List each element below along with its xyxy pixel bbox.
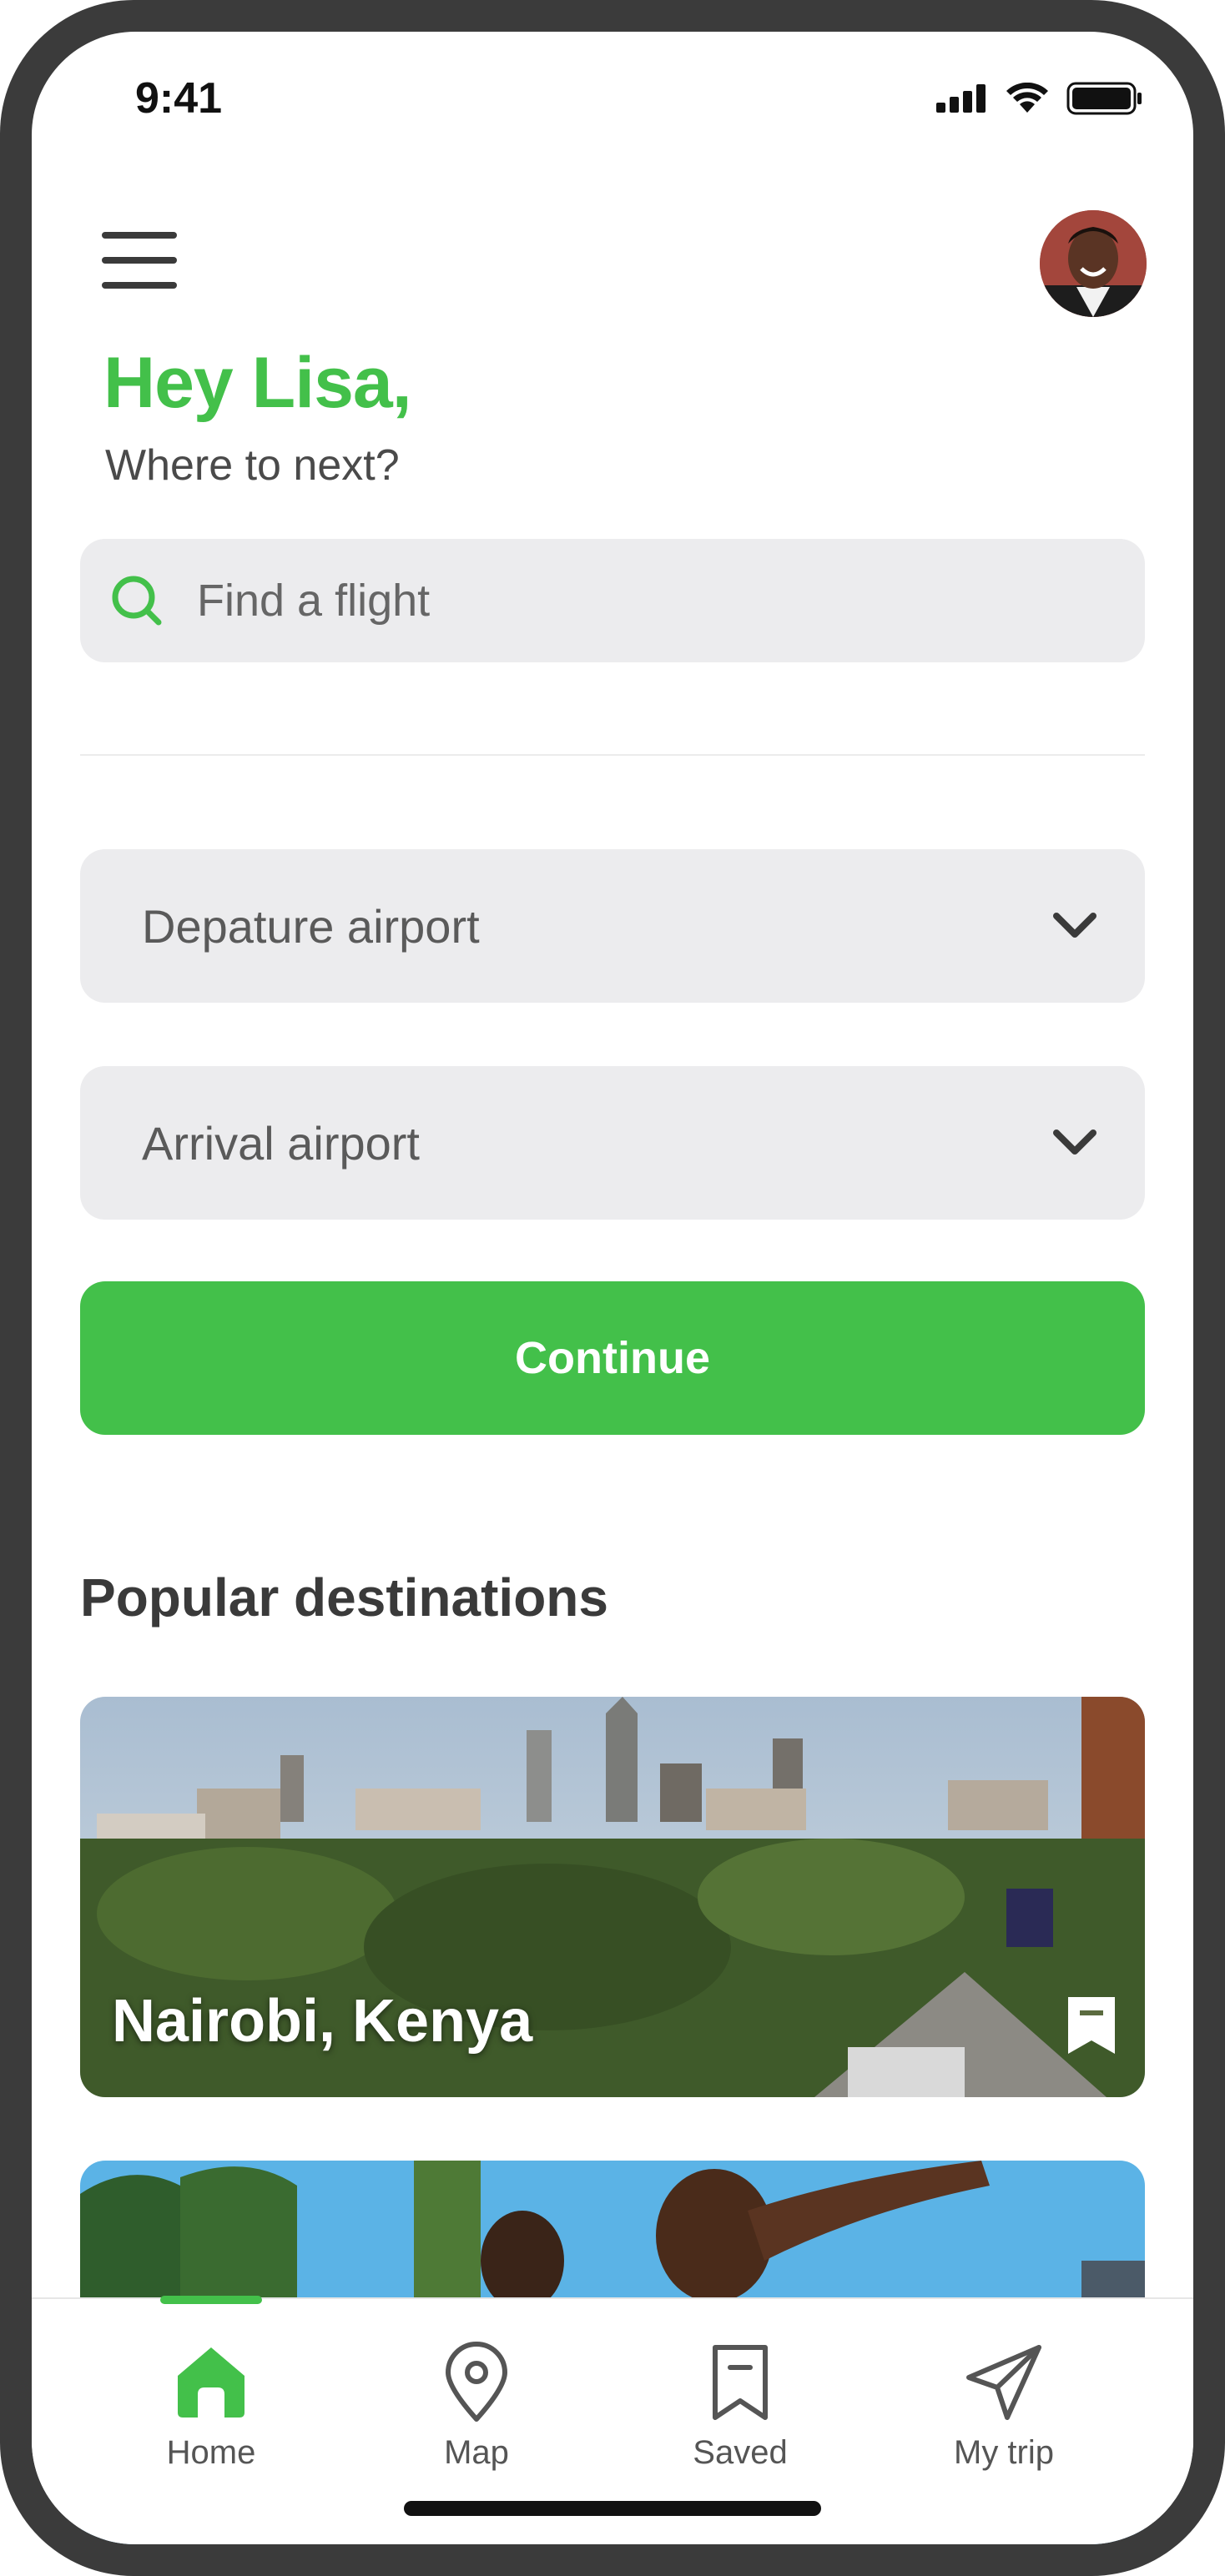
destination-card-title: Nairobi, Kenya: [112, 1988, 533, 2055]
nav-item-map[interactable]: Map: [393, 2341, 560, 2472]
chevron-down-icon: [1053, 1130, 1096, 1155]
device-frame: 9:41 Hey Lisa, Where to next? Find a fli…: [0, 0, 1225, 2576]
cellular-signal-icon: [936, 84, 986, 113]
battery-icon: [1066, 82, 1142, 115]
home-indicator[interactable]: [404, 2501, 821, 2516]
nav-label-my-trip: My trip: [954, 2434, 1054, 2471]
destination-card-nairobi[interactable]: Nairobi, Kenya: [80, 1697, 1145, 2097]
arrival-airport-label: Arrival airport: [142, 1116, 420, 1170]
nav-item-my-trip[interactable]: My trip: [920, 2341, 1087, 2472]
active-tab-indicator: [160, 2296, 262, 2304]
paper-plane-icon: [966, 2345, 1041, 2420]
status-time: 9:41: [135, 74, 223, 123]
search-bar[interactable]: [80, 539, 1145, 662]
greeting-title: Hey Lisa,: [103, 343, 412, 423]
bookmark-icon: [713, 2345, 768, 2420]
greeting-subtitle: Where to next?: [105, 441, 400, 490]
menu-button[interactable]: [102, 232, 177, 290]
popular-destinations-title: Popular destinations: [80, 1567, 608, 1628]
menu-icon-bar: [102, 232, 177, 239]
home-icon: [178, 2347, 244, 2418]
wifi-icon: [1006, 83, 1048, 113]
menu-icon-bar: [102, 282, 177, 289]
menu-icon-bar: [102, 257, 177, 264]
search-input[interactable]: [195, 574, 1030, 627]
map-pin-icon: [446, 2342, 507, 2422]
nav-item-home[interactable]: Home: [128, 2341, 295, 2472]
avatar[interactable]: [1040, 210, 1147, 317]
screen: 9:41 Hey Lisa, Where to next? Find a fli…: [32, 32, 1193, 2544]
departure-airport-select[interactable]: Depature airport: [80, 849, 1145, 1003]
status-icons: [936, 82, 1143, 115]
continue-button[interactable]: Continue: [80, 1281, 1145, 1435]
nav-label-map: Map: [444, 2434, 509, 2471]
chevron-down-icon: [1053, 913, 1096, 938]
avatar-portrait: [1040, 210, 1147, 317]
nav-label-saved: Saved: [693, 2434, 788, 2471]
divider: [80, 754, 1145, 756]
bookmark-icon[interactable]: [1065, 1994, 1118, 2057]
nav-label-home: Home: [166, 2434, 256, 2471]
departure-airport-label: Depature airport: [142, 899, 480, 953]
search-icon: [112, 576, 162, 626]
nav-item-saved[interactable]: Saved: [657, 2341, 824, 2472]
arrival-airport-select[interactable]: Arrival airport: [80, 1066, 1145, 1220]
